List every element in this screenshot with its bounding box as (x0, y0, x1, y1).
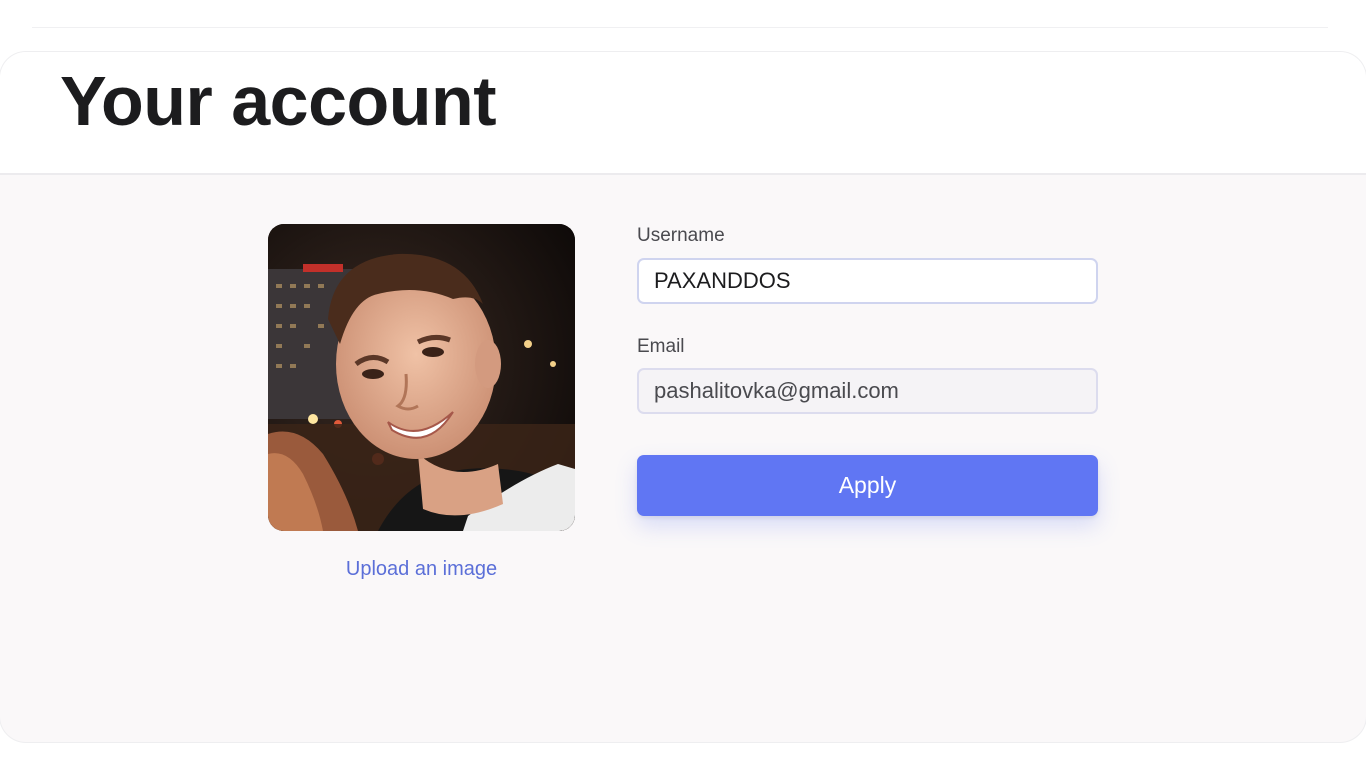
upload-image-link[interactable]: Upload an image (268, 558, 575, 581)
username-label: Username (637, 225, 725, 246)
account-header: Your account (0, 52, 1366, 175)
profile-avatar (268, 224, 575, 531)
page-title: Your account (60, 62, 497, 140)
email-label: Email (637, 336, 685, 357)
apply-button[interactable]: Apply (637, 455, 1098, 516)
account-card: Your account Upload an image Username PA… (0, 52, 1366, 742)
email-input[interactable] (637, 368, 1098, 414)
username-input[interactable] (637, 258, 1098, 304)
top-divider (32, 27, 1328, 28)
